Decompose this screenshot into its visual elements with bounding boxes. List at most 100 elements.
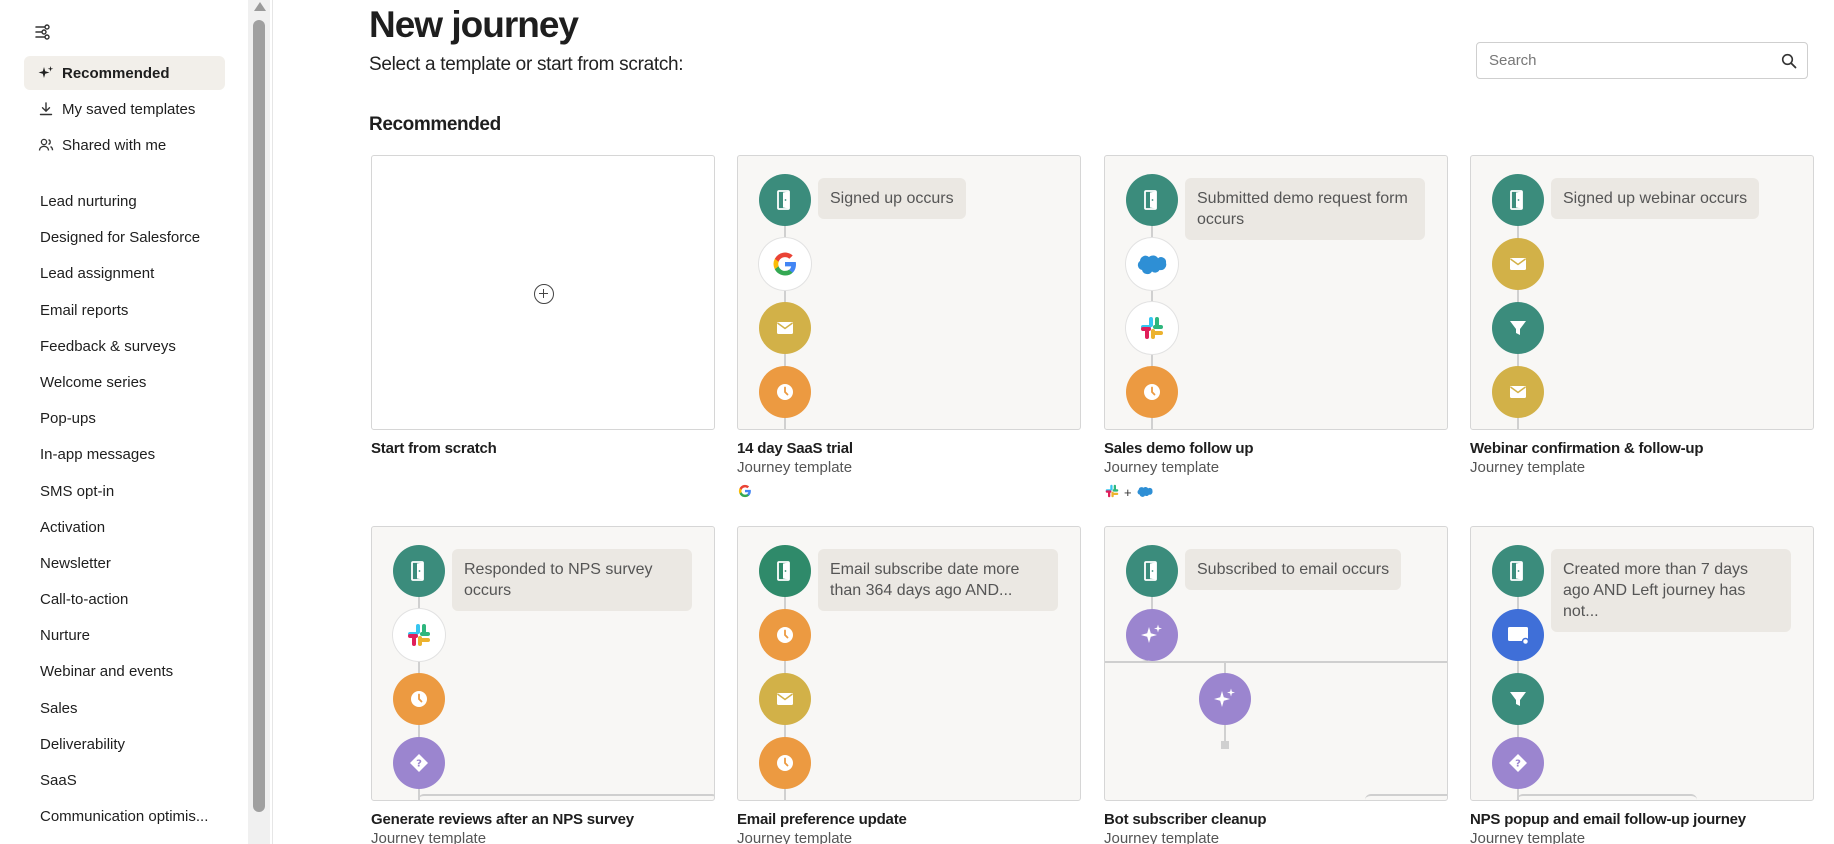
sidebar-item-pop-ups[interactable]: Pop-ups (40, 407, 220, 443)
search-input[interactable] (1477, 43, 1757, 78)
sidebar-item-welcome-series[interactable]: Welcome series (40, 371, 220, 407)
scrollbar-thumb[interactable] (253, 20, 265, 812)
scroll-up-arrow-icon[interactable] (254, 2, 266, 11)
integration-joiner: + (1124, 485, 1132, 500)
users-icon (38, 137, 54, 153)
sparkle-icon (38, 65, 54, 81)
sidebar-divider (272, 0, 273, 844)
slack-icon (1126, 302, 1178, 354)
svg-text:?: ? (416, 759, 422, 770)
slack-icon (1104, 483, 1120, 502)
sidebar-item-activation[interactable]: Activation (40, 516, 220, 552)
sidebar-item-feedback-surveys[interactable]: Feedback & surveys (40, 335, 220, 371)
card-title[interactable]: NPS popup and email follow-up journey (1470, 811, 1746, 828)
clock-icon (759, 737, 811, 789)
card-title[interactable]: Generate reviews after an NPS survey (371, 811, 634, 828)
sidebar-item-call-to-action[interactable]: Call-to-action (40, 588, 220, 624)
sidebar-scrollbar[interactable] (248, 0, 270, 844)
sidebar-item-lead-nurturing[interactable]: Lead nurturing (40, 190, 220, 226)
category-list: Lead nurturing Designed for Salesforce L… (40, 190, 220, 841)
sidebar-item-lead-assignment[interactable]: Lead assignment (40, 262, 220, 298)
card-subtitle: Journey template (737, 459, 853, 476)
card-subtitle: Journey template (1470, 459, 1586, 476)
email-icon (1492, 238, 1544, 290)
clock-icon (1126, 366, 1178, 418)
sidebar-item-designed-for-salesforce[interactable]: Designed for Salesforce (40, 226, 220, 262)
card-title[interactable]: Bot subscriber cleanup (1104, 811, 1267, 828)
template-card-start-from-scratch[interactable] (371, 155, 715, 430)
clock-icon (393, 673, 445, 725)
door-icon (1492, 545, 1544, 597)
trigger-label: Responded to NPS survey occurs (452, 549, 692, 611)
template-card-nps-popup-email[interactable]: ? Created more than 7 days ago AND Left … (1470, 526, 1814, 801)
sidebar-item-email-reports[interactable]: Email reports (40, 299, 220, 335)
sidebar-item-shared-with-me[interactable]: Shared with me (24, 128, 225, 162)
sidebar-item-communication-optimisation[interactable]: Communication optimis... (40, 805, 220, 841)
card-title[interactable]: Email preference update (737, 811, 907, 828)
template-card-sales-demo-follow-up[interactable]: Submitted demo request form occurs (1104, 155, 1448, 430)
question-diamond-icon: ? (1492, 737, 1544, 789)
integration-icons: + (1104, 483, 1154, 502)
clock-icon (759, 609, 811, 661)
google-icon (759, 238, 811, 290)
template-card-generate-reviews-nps[interactable]: ? Responded to NPS survey occurs (371, 526, 715, 801)
sidebar-item-my-saved-templates[interactable]: My saved templates (24, 92, 225, 126)
filter-icon (1492, 302, 1544, 354)
search-icon[interactable] (1781, 53, 1797, 69)
card-title[interactable]: Sales demo follow up (1104, 440, 1254, 457)
sidebar-item-in-app-messages[interactable]: In-app messages (40, 443, 220, 479)
email-icon (759, 673, 811, 725)
card-title[interactable]: 14 day SaaS trial (737, 440, 853, 457)
door-icon (1126, 545, 1178, 597)
sidebar: Recommended My saved templates Shared wi… (0, 0, 248, 844)
question-diamond-icon: ? (393, 737, 445, 789)
page-title: New journey (369, 4, 579, 45)
door-icon (1126, 174, 1178, 226)
template-card-webinar-confirmation[interactable]: Signed up webinar occurs (1470, 155, 1814, 430)
template-card-email-preference-update[interactable]: Email subscribe date more than 364 days … (737, 526, 1081, 801)
sidebar-item-saas[interactable]: SaaS (40, 769, 220, 805)
sparkles-icon (1199, 673, 1251, 725)
door-icon (393, 545, 445, 597)
template-card-bot-subscriber-cleanup[interactable]: Subscribed to email occurs (1104, 526, 1448, 801)
page-subtitle: Select a template or start from scratch: (369, 54, 684, 75)
flow-branch (1517, 794, 1697, 800)
email-icon (759, 302, 811, 354)
svg-text:?: ? (1515, 759, 1521, 770)
sidebar-item-label: Shared with me (62, 136, 167, 154)
slack-icon (393, 609, 445, 661)
add-circle-icon (534, 284, 554, 304)
download-icon (38, 101, 54, 117)
card-title[interactable]: Start from scratch (371, 440, 497, 457)
integration-icons (737, 483, 753, 502)
card-subtitle: Journey template (737, 830, 853, 844)
clock-icon (759, 366, 811, 418)
card-subtitle: Journey template (1470, 830, 1586, 844)
trigger-label: Created more than 7 days ago AND Left jo… (1551, 549, 1791, 632)
popup-icon (1492, 609, 1544, 661)
email-icon (1492, 366, 1544, 418)
sidebar-item-nurture[interactable]: Nurture (40, 624, 220, 660)
sidebar-item-sales[interactable]: Sales (40, 697, 220, 733)
salesforce-icon (1126, 238, 1178, 290)
salesforce-icon (1136, 485, 1154, 501)
sidebar-item-sms-opt-in[interactable]: SMS opt-in (40, 480, 220, 516)
sidebar-toggle-icon[interactable] (34, 24, 52, 40)
google-icon (737, 483, 753, 502)
card-subtitle: Journey template (1104, 459, 1220, 476)
door-icon (759, 545, 811, 597)
sidebar-item-recommended[interactable]: Recommended (24, 56, 225, 90)
sidebar-item-newsletter[interactable]: Newsletter (40, 552, 220, 588)
sparkles-icon (1126, 609, 1178, 661)
filter-icon (1492, 673, 1544, 725)
template-card-14-day-saas-trial[interactable]: Signed up occurs (737, 155, 1081, 430)
flow-branch (1105, 661, 1447, 663)
sidebar-nav: Recommended My saved templates Shared wi… (24, 56, 225, 164)
card-title[interactable]: Webinar confirmation & follow-up (1470, 440, 1704, 457)
door-icon (759, 174, 811, 226)
flow-branch (1365, 794, 1447, 800)
trigger-label: Email subscribe date more than 364 days … (818, 549, 1058, 611)
trigger-label: Subscribed to email occurs (1185, 549, 1402, 590)
sidebar-item-webinar-and-events[interactable]: Webinar and events (40, 660, 220, 696)
sidebar-item-deliverability[interactable]: Deliverability (40, 733, 220, 769)
